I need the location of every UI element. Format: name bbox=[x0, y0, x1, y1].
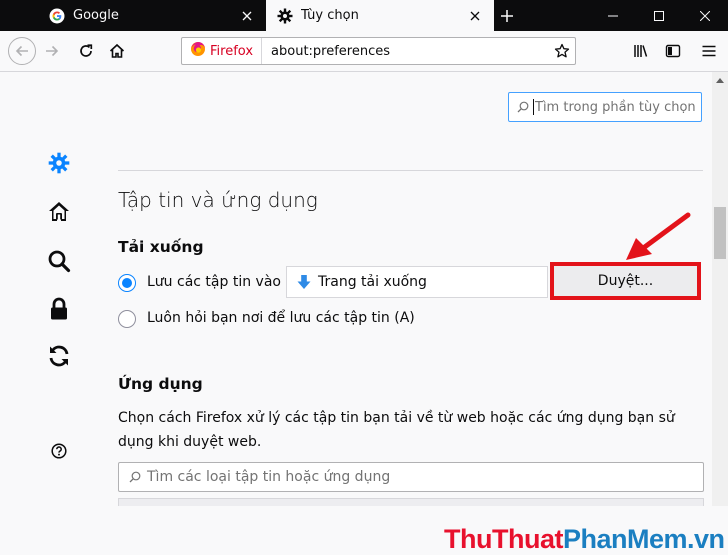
watermark-part1: ThuThuat bbox=[444, 524, 563, 554]
maximize-icon[interactable] bbox=[636, 0, 682, 31]
reload-button[interactable] bbox=[72, 37, 100, 65]
tab-title: Tùy chọn bbox=[301, 8, 359, 23]
navigation-toolbar: Firefox about:preferences bbox=[0, 31, 728, 72]
download-arrow-icon bbox=[296, 274, 312, 290]
text-caret bbox=[533, 99, 534, 115]
category-home[interactable] bbox=[44, 199, 74, 229]
category-privacy[interactable] bbox=[44, 296, 74, 326]
gear-icon bbox=[48, 152, 70, 178]
filter-file-types-input[interactable]: Tìm các loại tập tin hoặc ứng dụng bbox=[118, 462, 704, 492]
search-icon bbox=[47, 249, 71, 277]
tab-preferences[interactable]: Tùy chọn bbox=[266, 0, 494, 31]
gear-icon bbox=[277, 8, 293, 24]
tab-bar: Google Tùy chọn bbox=[0, 0, 728, 31]
applications-heading: Ứng dụng bbox=[118, 375, 203, 393]
google-g-icon bbox=[49, 8, 65, 24]
forward-arrow-icon bbox=[46, 45, 59, 57]
library-icon bbox=[634, 45, 648, 57]
filter-placeholder: Tìm các loại tập tin hoặc ứng dụng bbox=[147, 469, 391, 485]
firefox-logo-icon bbox=[190, 41, 206, 61]
back-button[interactable] bbox=[8, 37, 36, 65]
preferences-page: Tìm trong phần tùy chọn Tập tin và ứng d… bbox=[0, 72, 725, 554]
category-help[interactable] bbox=[44, 438, 74, 468]
url-text[interactable]: about:preferences bbox=[271, 44, 549, 59]
always-ask-label[interactable]: Luôn hỏi bạn nơi để lưu các tập tin (A) bbox=[147, 310, 415, 326]
hamburger-menu-icon bbox=[702, 45, 716, 57]
category-search[interactable] bbox=[44, 248, 74, 278]
section-divider bbox=[118, 170, 703, 171]
applications-description: Chọn cách Firefox xử lý các tập tin bạn … bbox=[118, 410, 675, 450]
tab-google[interactable]: Google bbox=[38, 0, 266, 31]
close-tab-icon[interactable] bbox=[236, 5, 258, 27]
search-preferences-placeholder: Tìm trong phần tùy chọn bbox=[535, 99, 696, 115]
home-icon bbox=[47, 200, 71, 228]
home-icon bbox=[109, 43, 125, 58]
category-sync[interactable] bbox=[44, 343, 74, 373]
tab-title: Google bbox=[73, 8, 119, 23]
watermark: ThuThuatPhanMem.vn bbox=[444, 524, 725, 555]
new-tab-icon[interactable] bbox=[494, 0, 520, 31]
scrollbar-thumb[interactable] bbox=[714, 207, 726, 259]
forward-button[interactable] bbox=[38, 37, 66, 65]
sidebar-icon bbox=[665, 44, 681, 58]
sidebar-toggle-button[interactable] bbox=[659, 37, 687, 65]
reload-icon bbox=[80, 44, 93, 57]
sync-icon bbox=[47, 344, 71, 372]
url-bar[interactable]: Firefox about:preferences bbox=[181, 37, 576, 65]
save-to-label[interactable]: Lưu các tập tin vào bbox=[147, 274, 281, 290]
download-folder-field: Trang tải xuống bbox=[286, 266, 548, 298]
search-preferences-input[interactable]: Tìm trong phần tùy chọn bbox=[508, 92, 702, 122]
annotation-arrow-icon bbox=[626, 212, 691, 260]
save-to-radio[interactable] bbox=[118, 274, 136, 292]
bookmark-star-icon[interactable] bbox=[549, 43, 575, 59]
always-ask-radio[interactable] bbox=[118, 310, 136, 328]
files-section-title: Tập tin và ứng dụng bbox=[118, 188, 318, 212]
watermark-part3: .vn bbox=[687, 524, 725, 554]
home-button[interactable] bbox=[103, 37, 131, 65]
downloads-heading: Tải xuống bbox=[118, 238, 204, 256]
applications-table-header bbox=[118, 498, 704, 506]
menu-button[interactable] bbox=[695, 37, 723, 65]
download-folder-name: Trang tải xuống bbox=[318, 274, 427, 290]
identity-box[interactable]: Firefox bbox=[182, 38, 263, 64]
page-scrollbar[interactable] bbox=[712, 72, 728, 506]
help-icon bbox=[51, 443, 67, 463]
search-icon bbox=[517, 101, 529, 113]
close-icon[interactable] bbox=[682, 0, 728, 31]
watermark-part2: PhanMem bbox=[562, 524, 688, 554]
lock-icon bbox=[48, 297, 70, 325]
identity-label: Firefox bbox=[210, 43, 254, 59]
scroll-up-icon[interactable] bbox=[712, 72, 728, 88]
minimize-icon[interactable] bbox=[590, 0, 636, 31]
search-icon bbox=[129, 471, 141, 483]
library-button[interactable] bbox=[627, 37, 655, 65]
category-general[interactable] bbox=[44, 150, 74, 180]
back-arrow-icon bbox=[15, 45, 28, 57]
close-tab-icon[interactable] bbox=[464, 5, 486, 27]
